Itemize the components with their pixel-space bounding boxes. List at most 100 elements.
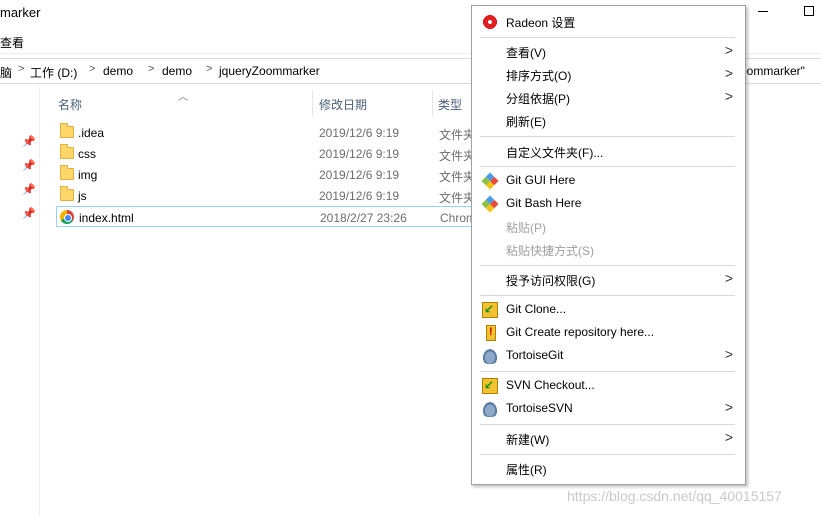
menu-item-label: 授予访问权限(G) xyxy=(506,274,596,288)
breadcrumb-demo-2[interactable]: demo xyxy=(162,64,192,78)
breadcrumb-separator[interactable]: > xyxy=(148,63,154,75)
menu-item-paste-shortcut[interactable]: 粘贴快捷方式(S) xyxy=(472,238,745,261)
tortoisesvn-icon xyxy=(482,401,498,417)
menu-item-label: 分组依据(P) xyxy=(506,92,570,106)
menu-item-sort[interactable]: 排序方式(O) > xyxy=(472,63,745,86)
menu-item-label: 自定义文件夹(F)... xyxy=(506,146,604,160)
file-type: 文件夹 xyxy=(439,191,473,205)
file-date: 2018/2/27 23:26 xyxy=(320,211,407,225)
menu-item-group[interactable]: 分组依据(P) > xyxy=(472,86,745,109)
column-type[interactable]: 类型 xyxy=(438,96,462,113)
menu-item-git-gui[interactable]: Git GUI Here xyxy=(472,169,745,192)
file-name: img xyxy=(78,168,98,182)
radeon-icon xyxy=(482,14,498,30)
menu-item-label: TortoiseSVN xyxy=(506,401,573,415)
breadcrumb-jqueryzoommarker[interactable]: jqueryZoommarker xyxy=(219,64,320,78)
maximize-button[interactable] xyxy=(804,6,814,16)
breadcrumb-separator[interactable]: > xyxy=(18,63,24,75)
menu-item-view[interactable]: 查看(V) > xyxy=(472,40,745,63)
breadcrumb-separator[interactable]: > xyxy=(89,63,95,75)
menu-item-customize-folder[interactable]: 自定义文件夹(F)... xyxy=(472,140,745,163)
file-type: 文件夹 xyxy=(439,170,473,184)
column-name[interactable]: 名称 xyxy=(58,96,82,113)
folder-icon xyxy=(60,186,74,201)
menu-item-label: Radeon 设置 xyxy=(506,16,576,30)
file-type: Chrome xyxy=(440,211,474,225)
file-row[interactable]: .idea 2019/12/6 9:19 文件夹 xyxy=(56,122,476,143)
submenu-arrow-icon: > xyxy=(724,65,733,81)
menu-item-radeon[interactable]: Radeon 设置 xyxy=(472,10,745,33)
menu-item-label: Git GUI Here xyxy=(506,173,576,187)
menu-item-label: 粘贴快捷方式(S) xyxy=(506,244,594,258)
file-date: 2019/12/6 9:19 xyxy=(319,126,400,140)
git-create-repo-icon xyxy=(486,325,496,341)
file-date: 2019/12/6 9:19 xyxy=(319,168,400,182)
column-divider[interactable] xyxy=(432,90,433,116)
pin-icon: 📌 xyxy=(22,136,36,148)
menu-item-svn-checkout[interactable]: SVN Checkout... xyxy=(472,374,745,397)
menu-separator xyxy=(480,295,735,296)
menu-item-git-bash[interactable]: Git Bash Here xyxy=(472,192,745,215)
menu-item-properties[interactable]: 属性(R) xyxy=(472,457,745,480)
menu-item-label: Git Clone... xyxy=(506,302,567,316)
menu-item-grant-access[interactable]: 授予访问权限(G) > xyxy=(472,268,745,291)
file-row-selected[interactable]: index.html 2018/2/27 23:26 Chrome xyxy=(56,206,476,227)
tortoisegit-icon xyxy=(482,348,498,364)
menu-item-tortoisesvn[interactable]: TortoiseSVN > xyxy=(472,397,745,420)
file-name: .idea xyxy=(78,126,105,140)
tab-view[interactable]: 查看 xyxy=(0,34,24,51)
submenu-arrow-icon: > xyxy=(724,346,733,362)
menu-item-label: TortoiseGit xyxy=(506,348,564,362)
menu-separator xyxy=(480,454,735,455)
menu-item-label: Git Bash Here xyxy=(506,196,582,210)
minimize-button[interactable] xyxy=(758,11,768,12)
menu-item-git-create-repo[interactable]: Git Create repository here... xyxy=(472,321,745,344)
window-title: marker xyxy=(0,5,41,20)
file-date: 2019/12/6 9:19 xyxy=(319,189,400,203)
file-name: index.html xyxy=(79,211,134,225)
breadcrumb-separator[interactable]: > xyxy=(206,63,212,75)
pin-icon: 📌 xyxy=(22,208,36,220)
menu-item-label: 属性(R) xyxy=(506,463,547,477)
menu-separator xyxy=(480,136,735,137)
git-clone-icon xyxy=(482,302,498,318)
git-icon xyxy=(481,172,499,190)
column-modified[interactable]: 修改日期 xyxy=(319,96,367,113)
file-row[interactable]: js 2019/12/6 9:19 文件夹 xyxy=(56,185,476,206)
menu-item-label: 刷新(E) xyxy=(506,115,546,129)
svn-checkout-icon xyxy=(482,378,498,394)
pin-icon: 📌 xyxy=(22,160,36,172)
folder-icon xyxy=(60,123,74,138)
file-type: 文件夹 xyxy=(439,149,473,163)
submenu-arrow-icon: > xyxy=(724,399,733,415)
file-name: js xyxy=(78,189,87,203)
column-divider[interactable] xyxy=(312,90,313,116)
menu-item-refresh[interactable]: 刷新(E) xyxy=(472,109,745,132)
file-name: css xyxy=(78,147,96,161)
menu-item-label: 粘贴(P) xyxy=(506,221,546,235)
menu-item-label: 查看(V) xyxy=(506,46,546,60)
menu-item-new[interactable]: 新建(W) > xyxy=(472,427,745,450)
menu-item-tortoisegit[interactable]: TortoiseGit > xyxy=(472,344,745,367)
pin-icon: 📌 xyxy=(22,184,36,196)
menu-item-label: SVN Checkout... xyxy=(506,378,595,392)
sort-ascending-icon: ︿ xyxy=(178,92,188,103)
submenu-arrow-icon: > xyxy=(724,429,733,445)
breadcrumb-drive-d[interactable]: 工作 (D:) xyxy=(30,64,77,81)
file-row[interactable]: css 2019/12/6 9:19 文件夹 xyxy=(56,143,476,164)
breadcrumb-this-pc[interactable]: 脑 xyxy=(0,64,12,81)
context-menu: Radeon 设置 查看(V) > 排序方式(O) > 分组依据(P) > 刷新… xyxy=(471,5,746,485)
submenu-arrow-icon: > xyxy=(724,270,733,286)
search-box-text[interactable]: oommarker" xyxy=(740,64,805,78)
menu-separator xyxy=(480,424,735,425)
menu-separator xyxy=(480,371,735,372)
menu-item-git-clone[interactable]: Git Clone... xyxy=(472,298,745,321)
menu-item-label: Git Create repository here... xyxy=(506,325,655,339)
menu-item-paste[interactable]: 粘贴(P) xyxy=(472,215,745,238)
folder-icon xyxy=(60,144,74,159)
menu-separator xyxy=(480,37,735,38)
submenu-arrow-icon: > xyxy=(724,88,733,104)
file-row[interactable]: img 2019/12/6 9:19 文件夹 xyxy=(56,164,476,185)
menu-separator xyxy=(480,166,735,167)
breadcrumb-demo[interactable]: demo xyxy=(103,64,133,78)
